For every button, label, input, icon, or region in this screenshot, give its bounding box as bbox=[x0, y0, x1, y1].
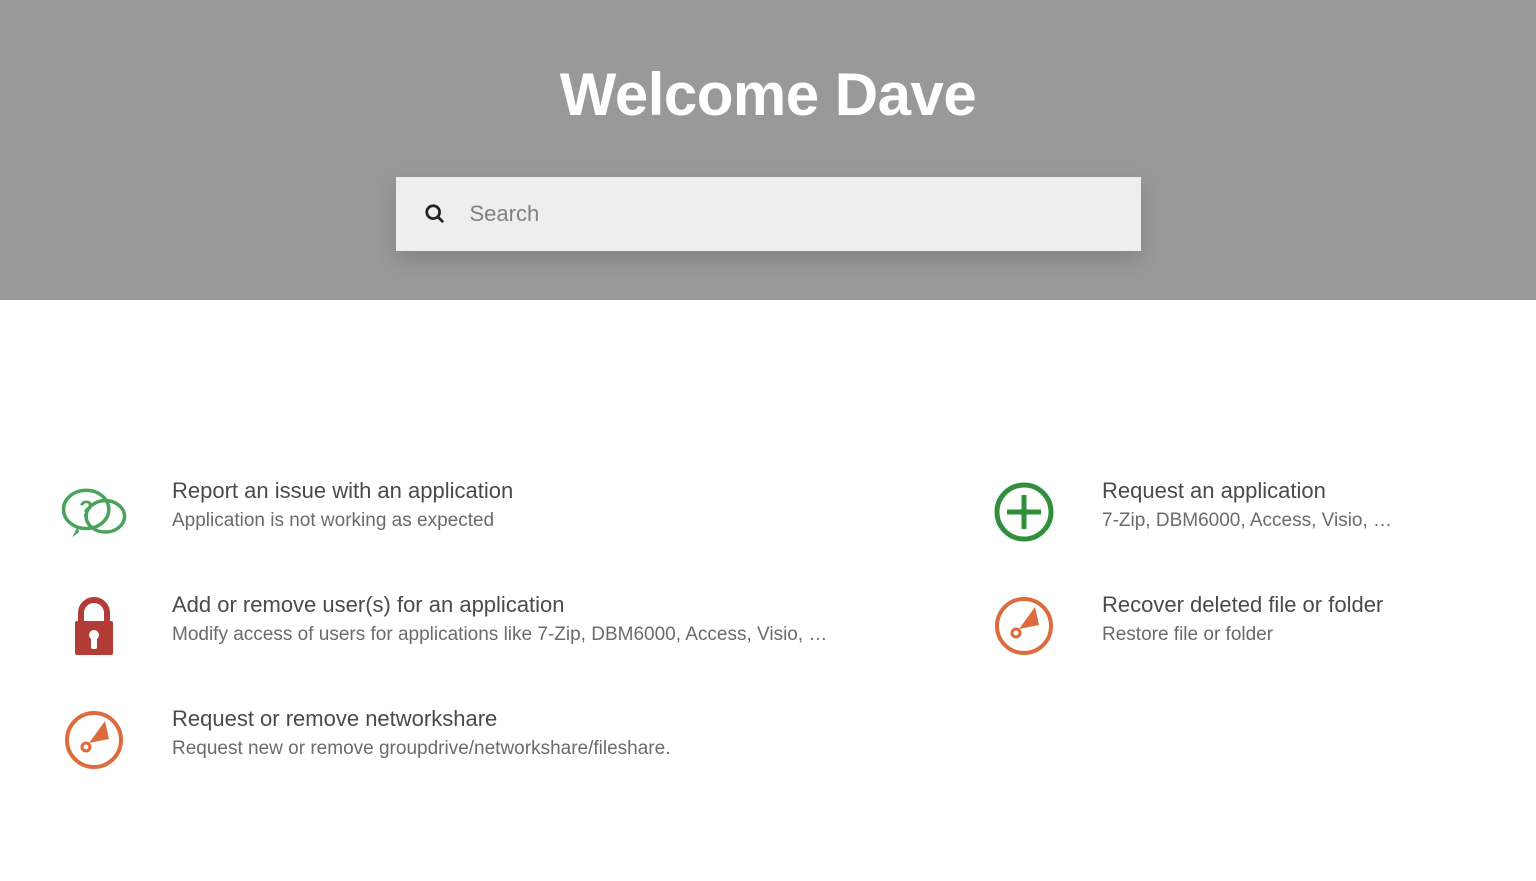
catalog-item-desc: Restore file or folder bbox=[1102, 624, 1383, 646]
gauge-icon bbox=[60, 706, 128, 774]
catalog-item-title: Recover deleted file or folder bbox=[1102, 592, 1383, 618]
catalog-item-desc: Modify access of users for applications … bbox=[172, 624, 827, 646]
search-input[interactable] bbox=[470, 201, 1113, 227]
welcome-title: Welcome Dave bbox=[560, 60, 976, 129]
catalog-item-request-app[interactable]: Request an application 7-Zip, DBM6000, A… bbox=[990, 478, 1476, 546]
catalog-item-desc: Application is not working as expected bbox=[172, 510, 513, 532]
hero-banner: Welcome Dave bbox=[0, 0, 1536, 300]
catalog-item-add-remove-user[interactable]: Add or remove user(s) for an application… bbox=[60, 592, 990, 660]
catalog-item-networkshare[interactable]: Request or remove networkshare Request n… bbox=[60, 706, 990, 774]
catalog-grid: ? Report an issue with an application Ap… bbox=[0, 300, 1536, 774]
catalog-item-title: Request an application bbox=[1102, 478, 1392, 504]
search-icon bbox=[424, 203, 446, 225]
search-bar[interactable] bbox=[396, 177, 1141, 251]
svg-text:?: ? bbox=[79, 495, 93, 521]
question-chat-icon: ? bbox=[60, 478, 128, 546]
catalog-item-report-issue[interactable]: ? Report an issue with an application Ap… bbox=[60, 478, 990, 546]
catalog-item-recover-file[interactable]: Recover deleted file or folder Restore f… bbox=[990, 592, 1476, 660]
catalog-item-desc: Request new or remove groupdrive/network… bbox=[172, 738, 670, 760]
catalog-item-title: Request or remove networkshare bbox=[172, 706, 670, 732]
catalog-item-desc: 7-Zip, DBM6000, Access, Visio, … bbox=[1102, 510, 1392, 532]
lock-icon bbox=[60, 592, 128, 660]
plus-circle-icon bbox=[990, 478, 1058, 546]
catalog-item-title: Add or remove user(s) for an application bbox=[172, 592, 827, 618]
catalog-item-title: Report an issue with an application bbox=[172, 478, 513, 504]
gauge-icon bbox=[990, 592, 1058, 660]
